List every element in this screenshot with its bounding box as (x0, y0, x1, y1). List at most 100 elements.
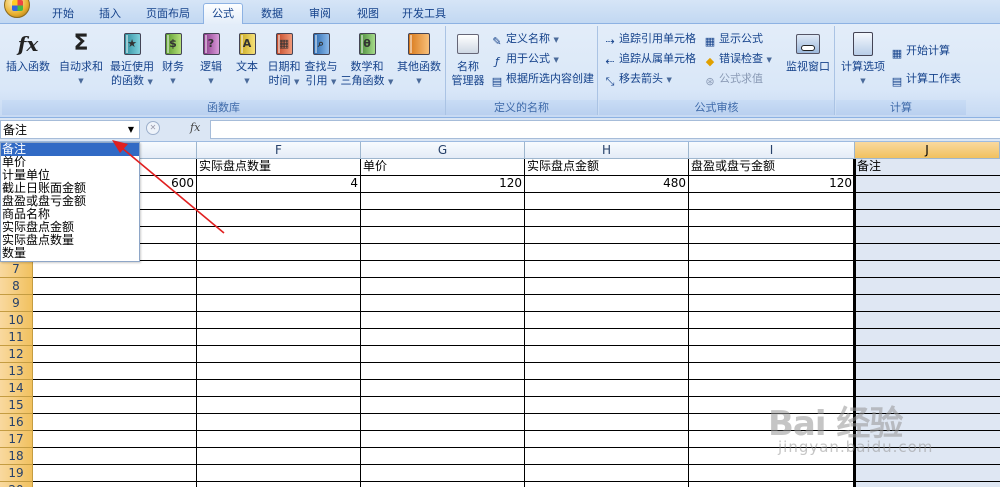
grid-cell[interactable] (855, 363, 1000, 380)
grid-cell[interactable] (689, 346, 855, 363)
grid-cell[interactable] (855, 210, 1000, 227)
column-header-j[interactable]: J (855, 142, 1000, 159)
grid-cell[interactable] (361, 261, 525, 278)
name-manager-button[interactable]: 名称 管理器 (448, 30, 488, 88)
row-header[interactable]: 9 (0, 295, 33, 312)
grid-cell[interactable] (689, 329, 855, 346)
grid-cell[interactable] (197, 380, 361, 397)
grid-cell[interactable] (525, 329, 689, 346)
grid-cell[interactable] (525, 465, 689, 482)
calc-options-button[interactable]: 计算选项 ▼ (838, 30, 888, 88)
grid-cell[interactable] (525, 431, 689, 448)
grid-cell[interactable] (197, 431, 361, 448)
grid-cell[interactable] (689, 193, 855, 210)
grid-cell[interactable] (33, 448, 197, 465)
grid-cell[interactable] (197, 363, 361, 380)
grid-cell[interactable] (361, 380, 525, 397)
row-header[interactable]: 10 (0, 312, 33, 329)
grid-cell[interactable] (525, 397, 689, 414)
math-trig-button[interactable]: θ 数学和 三角函数 ▼ (340, 30, 394, 89)
grid-cell[interactable] (197, 482, 361, 487)
grid-cell[interactable] (197, 465, 361, 482)
grid-cell[interactable] (33, 278, 197, 295)
grid-cell[interactable] (689, 363, 855, 380)
grid-cell[interactable] (689, 261, 855, 278)
cell-j2[interactable] (855, 176, 1000, 193)
insert-function-button[interactable]: fx 插入函数 (4, 30, 52, 74)
tab-page-layout[interactable]: 页面布局 (138, 4, 198, 24)
grid-cell[interactable] (361, 363, 525, 380)
grid-cell[interactable] (855, 465, 1000, 482)
grid-cell[interactable] (855, 482, 1000, 487)
grid-cell[interactable] (525, 278, 689, 295)
grid-cell[interactable] (361, 414, 525, 431)
grid-cell[interactable] (525, 295, 689, 312)
row-header[interactable]: 7 (0, 261, 33, 278)
tab-formulas[interactable]: 公式 (203, 3, 243, 25)
grid-cell[interactable] (361, 448, 525, 465)
cell-f2[interactable]: 4 (197, 176, 361, 193)
formula-input[interactable] (210, 120, 1000, 139)
datetime-button[interactable]: ▦ 日期和 时间 ▼ (266, 30, 302, 89)
grid-cell[interactable] (33, 346, 197, 363)
grid-cell[interactable] (197, 329, 361, 346)
grid-cell[interactable] (855, 295, 1000, 312)
grid-cell[interactable] (525, 261, 689, 278)
grid-cell[interactable] (33, 312, 197, 329)
error-checking-button[interactable]: ◆ 错误检查 ▼ (703, 50, 772, 68)
autosum-button[interactable]: Σ 自动求和 ▼ (56, 30, 106, 88)
row-header[interactable]: 14 (0, 380, 33, 397)
grid-cell[interactable] (197, 210, 361, 227)
grid-cell[interactable] (197, 312, 361, 329)
grid-cell[interactable] (525, 380, 689, 397)
grid-cell[interactable] (197, 261, 361, 278)
tab-review[interactable]: 审阅 (300, 4, 340, 24)
grid-cell[interactable] (525, 210, 689, 227)
name-box-dropdown-list[interactable]: 备注 单价 计量单位 截止日账面金额 盘盈或盘亏金额 商品名称 实际盘点金额 实… (0, 142, 140, 262)
row-header[interactable]: 16 (0, 414, 33, 431)
cell-i1[interactable]: 盘盈或盘亏金额 (689, 159, 855, 176)
use-in-formula-button[interactable]: ƒ 用于公式 ▼ (490, 50, 559, 68)
grid-cell[interactable] (361, 278, 525, 295)
grid-cell[interactable] (33, 261, 197, 278)
grid-cell[interactable] (197, 227, 361, 244)
column-header-g[interactable]: G (361, 142, 525, 159)
grid-cell[interactable] (361, 465, 525, 482)
row-header[interactable]: 12 (0, 346, 33, 363)
grid-cell[interactable] (689, 244, 855, 261)
grid-cell[interactable] (689, 210, 855, 227)
financial-button[interactable]: $ 财务 ▼ (158, 30, 188, 88)
tab-data[interactable]: 数据 (252, 4, 292, 24)
column-header-h[interactable]: H (525, 142, 689, 159)
insert-function-fx-button[interactable]: fx (190, 121, 200, 134)
grid-cell[interactable] (525, 244, 689, 261)
column-header-f[interactable]: F (197, 142, 361, 159)
grid-cell[interactable] (361, 431, 525, 448)
grid-cell[interactable] (525, 414, 689, 431)
grid-cell[interactable] (855, 278, 1000, 295)
grid-cell[interactable] (33, 482, 197, 487)
lookup-reference-button[interactable]: ⌕ 查找与 引用 ▼ (302, 30, 340, 89)
grid-cell[interactable] (33, 414, 197, 431)
remove-arrows-button[interactable]: ⤡ 移去箭头 ▼ (603, 70, 672, 88)
create-from-selection-button[interactable]: ▤ 根据所选内容创建 (490, 70, 594, 88)
cell-g2[interactable]: 120 (361, 176, 525, 193)
grid-cell[interactable] (197, 397, 361, 414)
grid-cell[interactable] (197, 295, 361, 312)
grid-cell[interactable] (33, 465, 197, 482)
recent-functions-button[interactable]: ★ 最近使用 的函数 ▼ (106, 30, 158, 89)
grid-cell[interactable] (689, 312, 855, 329)
name-box-dropdown-icon[interactable]: ▼ (125, 121, 137, 138)
row-header[interactable]: 19 (0, 465, 33, 482)
grid-cell[interactable] (855, 380, 1000, 397)
cancel-icon[interactable]: ✕ (146, 121, 160, 135)
calc-sheet-button[interactable]: ▤ 计算工作表 (890, 70, 961, 88)
grid-cell[interactable] (361, 397, 525, 414)
cell-h2[interactable]: 480 (525, 176, 689, 193)
grid-cell[interactable] (525, 346, 689, 363)
grid-cell[interactable] (525, 363, 689, 380)
grid-cell[interactable] (689, 465, 855, 482)
grid-cell[interactable] (855, 346, 1000, 363)
grid-cell[interactable] (361, 193, 525, 210)
name-box-input[interactable] (3, 122, 123, 137)
